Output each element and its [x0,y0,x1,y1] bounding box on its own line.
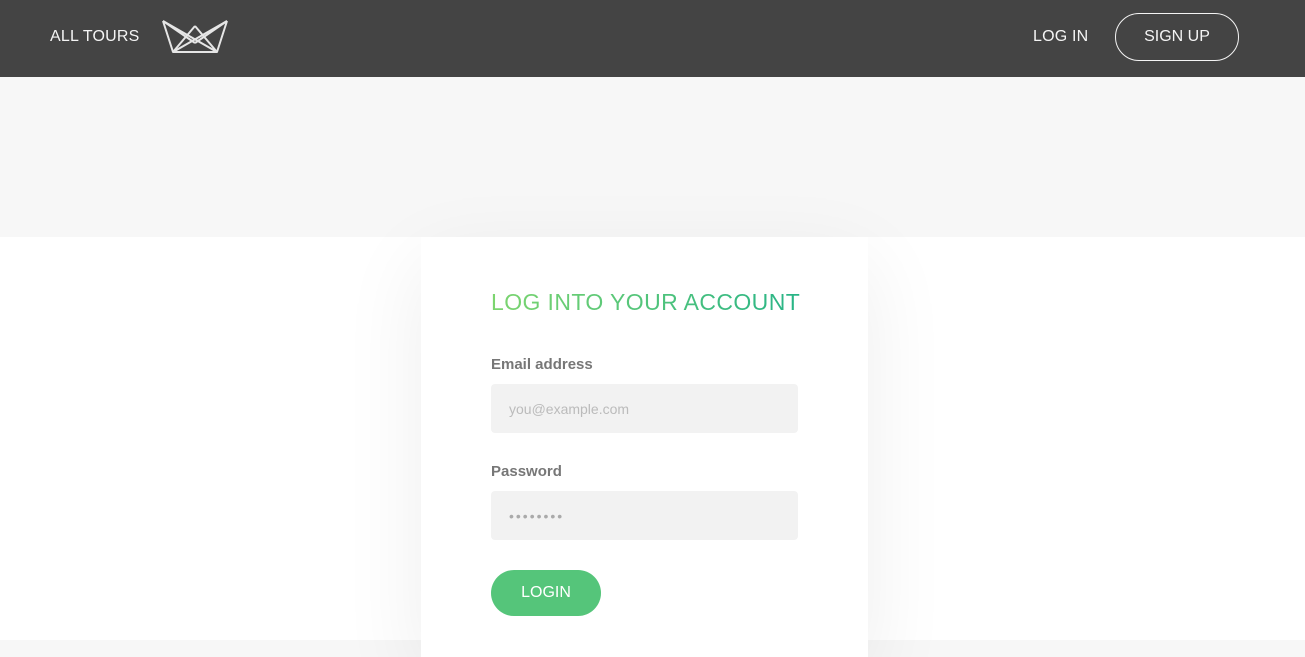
email-label: Email address [491,356,593,373]
nav-login-link[interactable]: LOG IN [1033,27,1088,47]
signup-button[interactable]: SIGN UP [1115,13,1239,61]
crown-logo-icon[interactable] [160,17,230,55]
login-submit-button[interactable]: LOGIN [491,570,601,616]
email-field[interactable] [491,384,798,433]
login-form-title: LOG INTO YOUR ACCOUNT [491,289,801,315]
nav-all-tours-link[interactable]: ALL TOURS [50,27,140,47]
site-header: ALL TOURS LOG IN SIGN UP [0,0,1305,77]
password-label: Password [491,463,562,480]
login-form-card: LOG INTO YOUR ACCOUNT Email address Pass… [421,237,868,657]
password-field[interactable] [491,491,798,540]
